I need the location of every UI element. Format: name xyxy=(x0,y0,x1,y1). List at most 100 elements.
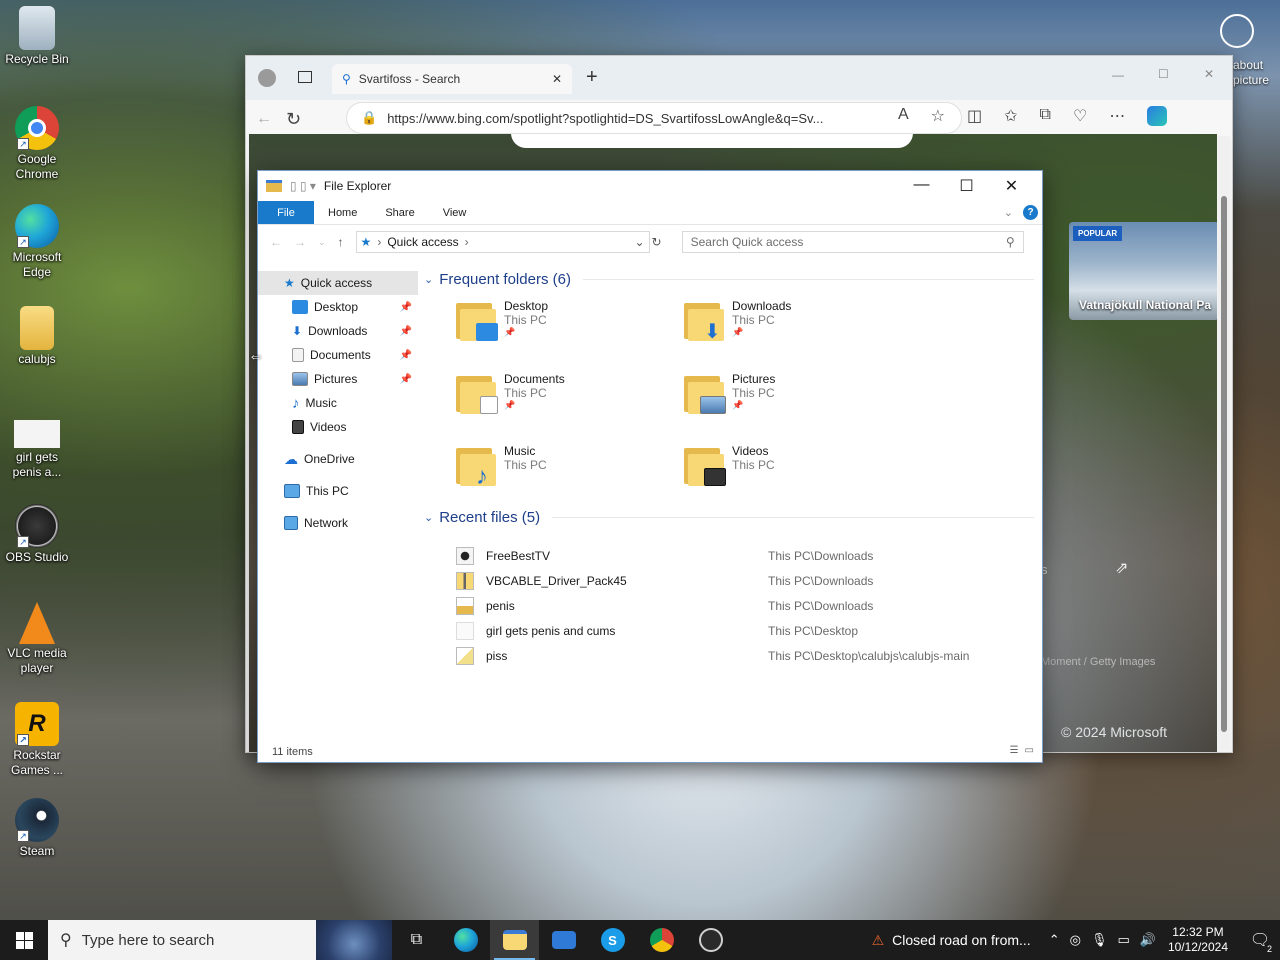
desktop-icon-girl-gets[interactable]: girl gets penis a... xyxy=(0,420,74,480)
forward-icon[interactable]: → xyxy=(294,235,306,249)
favorites-icon[interactable]: ✩ xyxy=(1004,106,1017,126)
back-icon[interactable]: ← xyxy=(270,235,282,249)
browser-tab[interactable]: ⚲ Svartifoss - Search ✕ xyxy=(332,64,572,94)
split-screen-icon[interactable]: ◫ xyxy=(967,106,982,126)
recent-file-row[interactable]: piss This PC\Desktop\calubjs\calubjs-mai… xyxy=(456,643,1034,668)
desktop-icon-rockstar[interactable]: R ↗ Rockstar Games ... xyxy=(0,702,74,778)
taskbar-chrome[interactable] xyxy=(637,920,686,960)
maximize-icon[interactable]: ☐ xyxy=(1158,67,1169,81)
tab-file[interactable]: File xyxy=(258,201,314,224)
recent-files-header[interactable]: ⌄ Recent files (5) xyxy=(424,505,1034,529)
expand-ribbon-icon[interactable]: ⌄ xyxy=(1004,206,1013,219)
back-icon[interactable]: ← xyxy=(256,110,272,128)
folder-documents[interactable]: Documents This PC 📌 xyxy=(456,372,684,424)
nav-pictures[interactable]: Pictures 📌 xyxy=(258,367,418,391)
desktop-icon-google-chrome[interactable]: ↗ Google Chrome xyxy=(0,106,74,182)
nav-this-pc[interactable]: This PC xyxy=(258,479,418,503)
details-view-icon[interactable]: ☰ xyxy=(1010,745,1019,756)
desktop-icon-recycle-bin[interactable]: Recycle Bin xyxy=(0,6,74,67)
more-options-icon[interactable]: ⋯ xyxy=(1109,106,1125,126)
taskbar-edge[interactable] xyxy=(441,920,490,960)
refresh-icon[interactable]: ↻ xyxy=(652,235,662,249)
scrollbar-thumb[interactable] xyxy=(1221,196,1227,732)
browser-essentials-icon[interactable]: ♡ xyxy=(1073,106,1087,126)
tab-share[interactable]: Share xyxy=(371,201,428,224)
nav-documents[interactable]: Documents 📌 xyxy=(258,343,418,367)
nav-onedrive[interactable]: ☁ OneDrive xyxy=(258,447,418,471)
desktop-icon-label: Google Chrome xyxy=(15,152,59,181)
task-view-button[interactable]: ⧉ xyxy=(392,920,441,960)
show-hidden-icons[interactable]: ⌃ xyxy=(1049,932,1060,948)
notification-center-button[interactable]: 🗨 2 xyxy=(1240,930,1280,954)
tab-home[interactable]: Home xyxy=(314,201,371,224)
desktop-icon-microsoft-edge[interactable]: ↗ Microsoft Edge xyxy=(0,204,74,280)
close-icon[interactable]: ✕ xyxy=(989,176,1034,196)
volume-icon[interactable]: 🔊 xyxy=(1140,932,1156,948)
nav-downloads[interactable]: ⬇ Downloads 📌 xyxy=(258,319,418,343)
nav-music[interactable]: ♪ Music xyxy=(258,391,418,415)
about-picture-label[interactable]: about picture xyxy=(1233,58,1269,88)
new-tab-button[interactable]: + xyxy=(586,66,598,89)
recent-file-row[interactable]: VBCABLE_Driver_Pack45 This PC\Downloads xyxy=(456,568,1034,593)
address-dropdown-icon[interactable]: ⌄ xyxy=(634,235,644,249)
folder-pictures[interactable]: Pictures This PC 📌 xyxy=(684,372,912,424)
folder-desktop[interactable]: Desktop This PC 📌 xyxy=(456,299,684,351)
refresh-icon[interactable]: ↻ xyxy=(286,109,301,130)
chrome-icon: ↗ xyxy=(15,106,59,150)
close-tab-icon[interactable]: ✕ xyxy=(552,72,562,86)
minimize-icon[interactable]: — xyxy=(1112,68,1124,82)
help-icon[interactable]: ? xyxy=(1023,205,1038,220)
view-toggles: ☰ ▭ xyxy=(1010,745,1034,756)
desktop-icon-steam[interactable]: ↗ Steam xyxy=(0,798,74,859)
start-button[interactable] xyxy=(0,920,48,960)
search-input[interactable]: Search Quick access ⚲ xyxy=(681,231,1024,253)
camera-icon[interactable]: ◎ xyxy=(1070,932,1081,948)
recent-locations-icon[interactable]: ⌄ xyxy=(318,237,326,248)
popular-card[interactable]: POPULAR Vatnajökull National Pa xyxy=(1069,222,1217,320)
address-bar[interactable]: 🔒 https://www.bing.com/spotlight?spotlig… xyxy=(346,102,962,134)
tab-actions-icon[interactable] xyxy=(298,71,312,83)
frequent-folders-header[interactable]: ⌄ Frequent folders (6) xyxy=(424,267,1034,291)
star-icon: ★ xyxy=(284,276,295,290)
desktop-icon-calubjs[interactable]: calubjs xyxy=(0,306,74,367)
taskbar-file-explorer[interactable] xyxy=(490,920,539,960)
nav-network[interactable]: Network xyxy=(258,511,418,535)
page-scrollbar[interactable] xyxy=(1218,136,1230,750)
taskbar-obs[interactable] xyxy=(686,920,735,960)
close-window-icon[interactable]: ✕ xyxy=(1204,67,1214,81)
large-icons-view-icon[interactable]: ▭ xyxy=(1025,745,1034,756)
recent-file-row[interactable]: FreeBestTV This PC\Downloads xyxy=(456,543,1034,568)
quick-access-toolbar-icon[interactable]: ▯ ▯ ▾ xyxy=(290,179,316,193)
recent-file-row[interactable]: penis This PC\Downloads xyxy=(456,593,1034,618)
tab-view[interactable]: View xyxy=(429,201,481,224)
open-external-icon[interactable]: ⇗ xyxy=(1115,558,1128,578)
minimize-icon[interactable]: — xyxy=(899,176,944,196)
clock[interactable]: 12:32 PM 10/12/2024 xyxy=(1164,925,1240,955)
about-picture-icon[interactable] xyxy=(1220,14,1254,48)
nav-quick-access[interactable]: ★ Quick access xyxy=(258,271,418,295)
nav-desktop[interactable]: Desktop 📌 xyxy=(258,295,418,319)
copilot-icon[interactable] xyxy=(1147,106,1168,126)
desktop-icon-obs-studio[interactable]: ↗ OBS Studio xyxy=(0,504,74,565)
microphone-icon[interactable]: 🎙 xyxy=(1091,932,1108,948)
address-box[interactable]: ★ › Quick access › ⌄ xyxy=(355,231,650,253)
breadcrumb[interactable]: Quick access xyxy=(387,235,458,249)
nav-videos[interactable]: Videos xyxy=(258,415,418,439)
desktop-icon-vlc[interactable]: VLC media player xyxy=(0,602,74,676)
up-icon[interactable]: ↑ xyxy=(338,235,344,249)
profile-icon[interactable] xyxy=(258,69,276,87)
network-icon[interactable]: ▭ xyxy=(1117,932,1129,948)
taskbar-skype[interactable]: S xyxy=(588,920,637,960)
recent-file-row[interactable]: girl gets penis and cums This PC\Desktop xyxy=(456,618,1034,643)
folder-downloads[interactable]: ⬇ Downloads This PC 📌 xyxy=(684,299,912,351)
bing-search-box[interactable] xyxy=(511,134,913,148)
news-widget[interactable]: ⚠ Closed road on from... xyxy=(872,932,1049,949)
folder-music[interactable]: ♪ Music This PC xyxy=(456,444,684,496)
read-aloud-icon[interactable]: A xyxy=(898,106,909,126)
collections-icon[interactable]: ⧉ xyxy=(1040,106,1051,126)
folder-videos[interactable]: Videos This PC xyxy=(684,444,912,496)
maximize-icon[interactable]: ☐ xyxy=(944,176,989,196)
favorite-star-icon[interactable]: ☆ xyxy=(931,106,945,126)
taskbar-search-box[interactable]: ⚲ Type here to search xyxy=(48,920,392,960)
taskbar-mail[interactable] xyxy=(539,920,588,960)
